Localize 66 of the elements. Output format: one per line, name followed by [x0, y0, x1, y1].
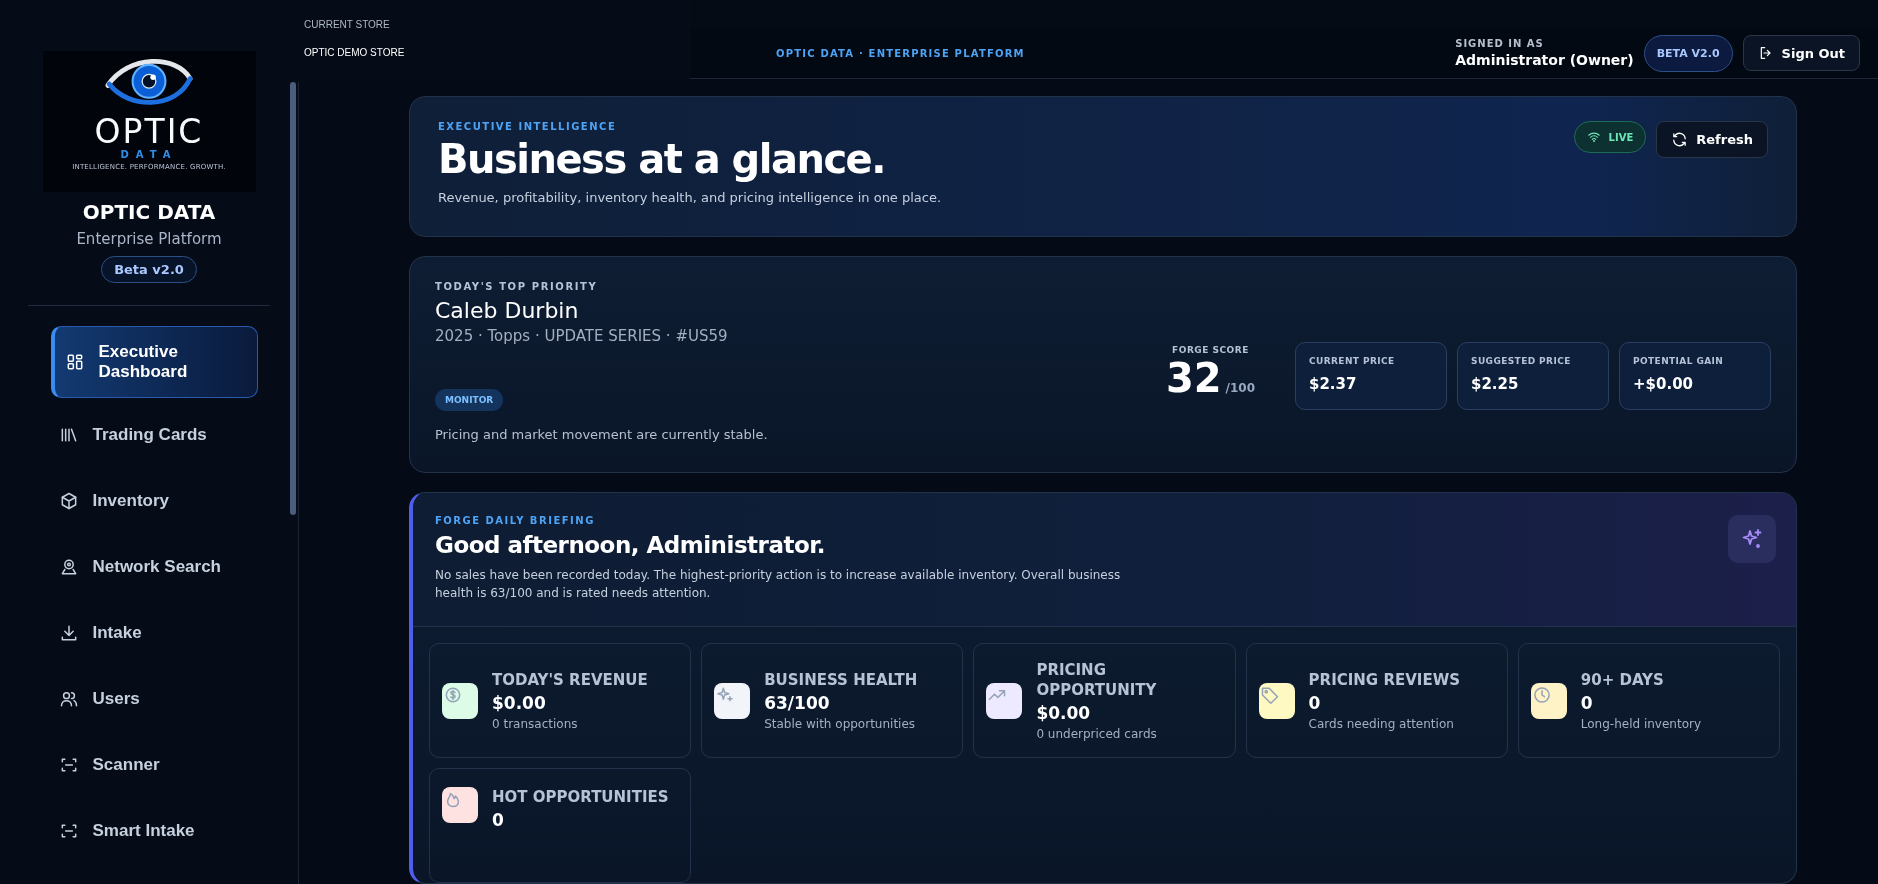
hero-subtitle: Revenue, profitability, inventory health, and pricing intelligence in one place. [438, 190, 943, 205]
stat-label: PRICING REVIEWS [1308, 670, 1460, 690]
user-name: Administrator (Owner) [1455, 52, 1634, 68]
users-icon [58, 689, 79, 709]
score-value: 32 [1165, 355, 1222, 401]
store-option[interactable]: OPTIC DEMO STORE [304, 47, 676, 58]
card-details: 2025 · Topps · UPDATE SERIES · #US59 [435, 327, 729, 345]
stat-value: 0 [1580, 693, 1594, 713]
version-badge: BETA V2.0 [1643, 34, 1733, 72]
stat-value: $0.00 [492, 693, 547, 713]
brand-title: OPTIC DATA [82, 200, 216, 224]
nav-item[interactable]: Users [50, 668, 258, 730]
price-label: SUGGESTED PRICE [1471, 356, 1572, 366]
priority-note: Pricing and market movement are currently stable. [435, 427, 769, 442]
stat-label: 90+ DAYS [1580, 670, 1665, 690]
stat-label: HOT OPPORTUNITIES [492, 787, 669, 807]
nav-item[interactable]: Smart Intake [50, 800, 258, 862]
signed-in-label: SIGNED IN AS [1455, 38, 1545, 49]
logo-subtitle: DATA [120, 149, 178, 160]
platform-tagline: OPTIC DATA · ENTERPRISE PLATFORM [776, 47, 1026, 59]
sparkle-icon [1740, 527, 1764, 551]
stat-note: 0 transactions [492, 717, 579, 731]
sign-out-button[interactable]: Sign Out [1742, 35, 1860, 71]
nav-item[interactable]: Network Search [50, 536, 258, 598]
stat-value: 63/100 [764, 693, 831, 713]
stat-label: TODAY'S REVENUE [492, 670, 648, 690]
stat-value: 0 [1308, 693, 1322, 713]
refresh-icon [1671, 131, 1689, 148]
section-eyebrow: TODAY'S TOP PRIORITY [435, 281, 599, 292]
briefing-text: No sales have been recorded today. The highest-priority action is to increase available inventory. Overall business health is 63/100 and is rated needs attention. [435, 567, 1122, 602]
brand-subtitle: Enterprise Platform [76, 230, 222, 248]
refresh-button[interactable]: Refresh [1656, 121, 1768, 158]
status-tag: MONITOR [435, 389, 504, 411]
price-value: +$0.00 [1633, 375, 1694, 393]
nav-item[interactable]: Executive Dashboard [50, 326, 258, 398]
nav-item[interactable]: Inventory [50, 470, 258, 532]
briefing-title: Good afternoon, Administrator. [435, 532, 827, 558]
nav-item[interactable]: Intake [50, 602, 258, 664]
hero-title: Business at a glance. [438, 136, 886, 182]
price-value: $2.25 [1471, 375, 1520, 393]
live-badge: LIVE [1573, 121, 1647, 153]
stat-note: Long-held inventory [1580, 717, 1702, 731]
scrollbar[interactable] [290, 82, 296, 515]
ai-button[interactable] [1728, 515, 1776, 563]
stat-value: $0.00 [1036, 703, 1092, 723]
score-max: /100 [1225, 381, 1255, 395]
stat-label: PRICING OPPORTUNITY [1036, 660, 1158, 700]
version-badge: Beta v2.0 [101, 256, 197, 283]
section-eyebrow: FORGE DAILY BRIEFING [435, 515, 596, 526]
store-menu-label: CURRENT STORE [304, 19, 391, 30]
clock-icon [1531, 684, 1552, 705]
nav-item[interactable]: Scanner [50, 734, 258, 796]
nav-item[interactable]: Trading Cards [50, 404, 258, 466]
stat-label: BUSINESS HEALTH [764, 670, 918, 690]
logo-wordmark: OPTIC [94, 115, 204, 149]
price-label: POTENTIAL GAIN [1633, 356, 1725, 366]
price-value: $2.37 [1309, 375, 1358, 393]
stat-note: 0 underpriced cards [1036, 727, 1158, 741]
wifi-icon [1586, 130, 1601, 144]
price-label: CURRENT PRICE [1309, 356, 1396, 366]
section-eyebrow: EXECUTIVE INTELLIGENCE [438, 121, 618, 132]
stat-value: 0 [492, 810, 505, 830]
score-label: FORGE SCORE [1172, 345, 1249, 355]
card-name: Caleb Durbin [435, 298, 580, 323]
stat-note: Cards needing attention [1308, 717, 1455, 731]
stat-note: Stable with opportunities [764, 717, 917, 731]
